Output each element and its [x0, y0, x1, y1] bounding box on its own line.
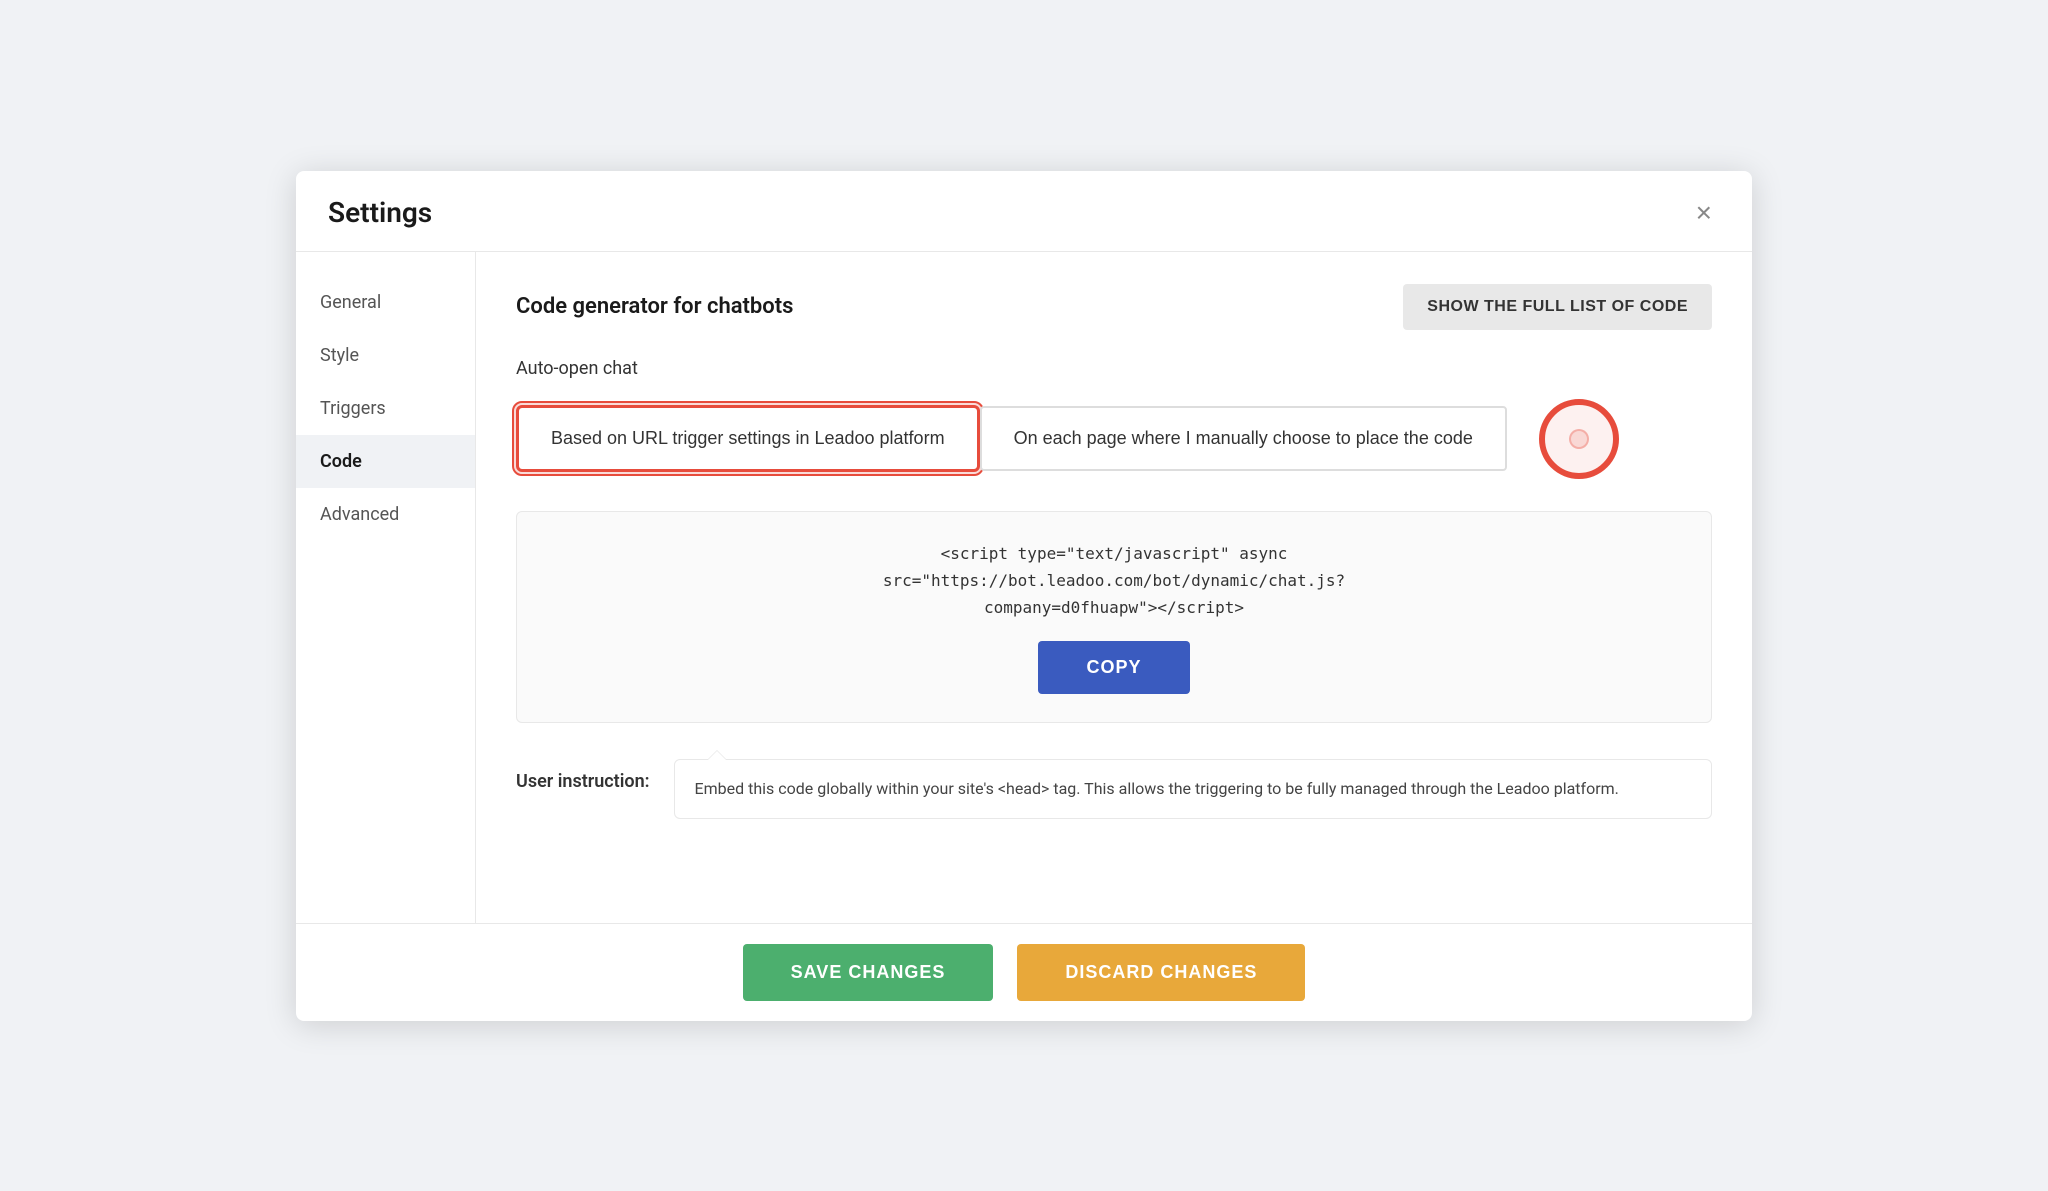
modal-title: Settings — [328, 196, 432, 229]
sidebar-item-style[interactable]: Style — [296, 329, 475, 382]
option-manual-button[interactable]: On each page where I manually choose to … — [980, 406, 1507, 471]
discard-changes-button[interactable]: DISCARD CHANGES — [1017, 944, 1305, 1001]
main-content: Code generator for chatbots SHOW THE FUL… — [476, 252, 1752, 923]
sidebar-item-triggers[interactable]: Triggers — [296, 382, 475, 435]
radio-circle-indicator — [1539, 399, 1619, 479]
modal-body: General Style Triggers Code Advanced Cod… — [296, 252, 1752, 923]
auto-open-label: Auto-open chat — [516, 358, 1712, 379]
sidebar-item-code[interactable]: Code — [296, 435, 475, 488]
close-button[interactable]: × — [1688, 195, 1720, 231]
code-text: <script type="text/javascript" async src… — [557, 540, 1671, 622]
show-full-list-button[interactable]: SHOW THE FULL LIST OF CODE — [1403, 284, 1712, 330]
code-block: <script type="text/javascript" async src… — [516, 511, 1712, 724]
modal-header: Settings × — [296, 171, 1752, 252]
radio-inner — [1569, 429, 1589, 449]
options-row: Based on URL trigger settings in Leadoo … — [516, 399, 1712, 479]
sidebar-item-advanced[interactable]: Advanced — [296, 488, 475, 541]
section-title: Code generator for chatbots — [516, 294, 793, 319]
modal-footer: SAVE CHANGES DISCARD CHANGES — [296, 923, 1752, 1021]
option-url-trigger-button[interactable]: Based on URL trigger settings in Leadoo … — [516, 405, 980, 472]
user-instruction-label: User instruction: — [516, 759, 650, 792]
save-changes-button[interactable]: SAVE CHANGES — [743, 944, 994, 1001]
sidebar: General Style Triggers Code Advanced — [296, 252, 476, 923]
user-instruction-row: User instruction: Embed this code global… — [516, 759, 1712, 819]
sidebar-item-general[interactable]: General — [296, 276, 475, 329]
section-header: Code generator for chatbots SHOW THE FUL… — [516, 284, 1712, 330]
copy-button[interactable]: COPY — [1038, 641, 1189, 694]
user-instruction-box: Embed this code globally within your sit… — [674, 759, 1712, 819]
settings-modal: Settings × General Style Triggers Code A… — [296, 171, 1752, 1021]
